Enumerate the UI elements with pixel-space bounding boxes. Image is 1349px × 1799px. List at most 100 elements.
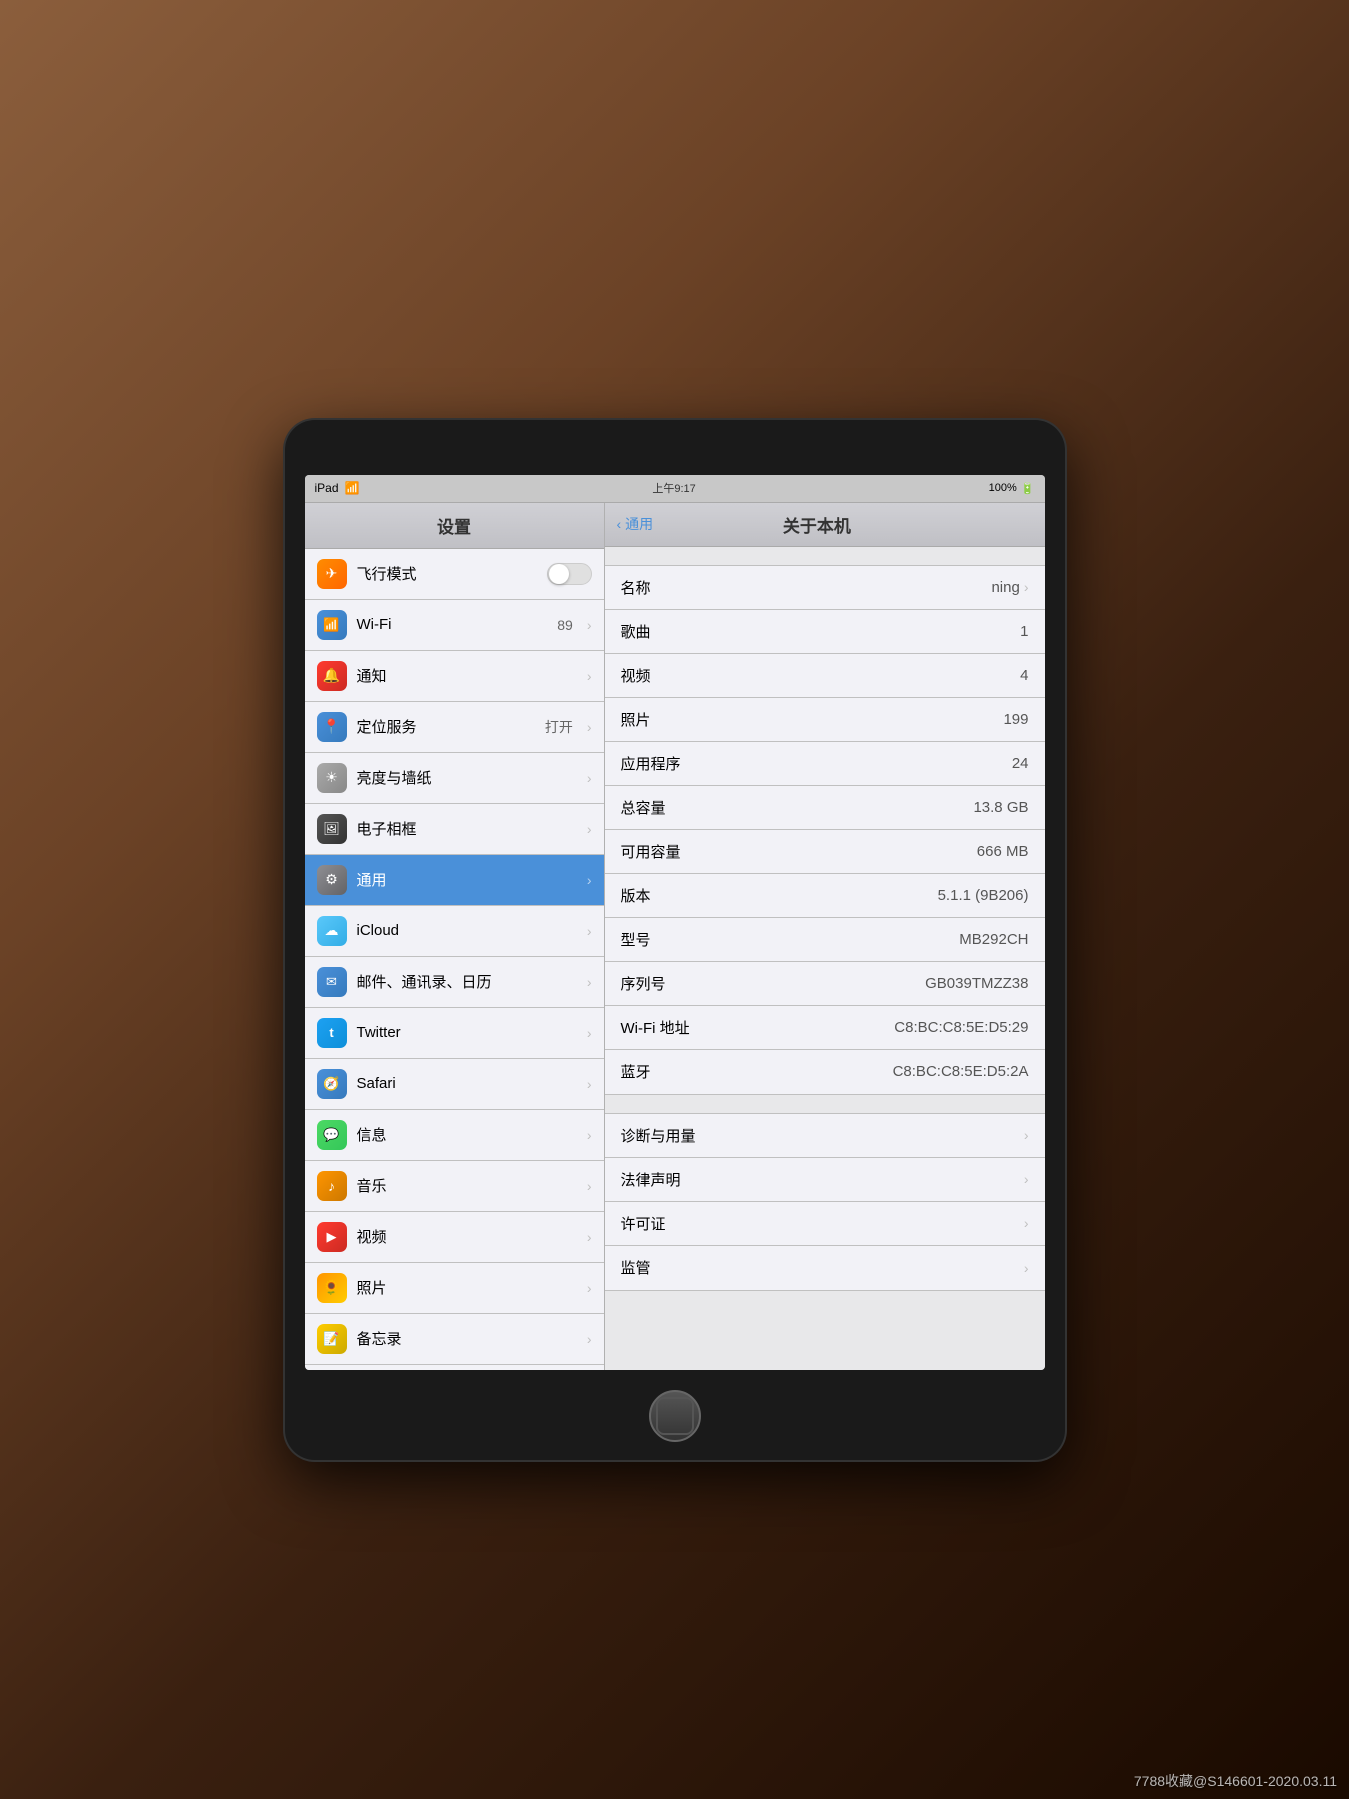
sidebar-item-safari[interactable]: 🧭 Safari ›	[305, 1059, 604, 1110]
status-left: iPad 📶	[315, 481, 360, 495]
notification-chevron: ›	[587, 668, 592, 684]
settings-sidebar: 设置 ✈ 飞行模式 📶 Wi-Fi 89 ›	[305, 503, 605, 1370]
sidebar-item-notifications[interactable]: 🔔 通知 ›	[305, 651, 604, 702]
back-button[interactable]: ‹ 通用	[617, 514, 654, 534]
detail-row-serial: 序列号 GB039TMZZ38	[605, 962, 1045, 1006]
general-label: 通用	[357, 869, 577, 890]
video-icon: ▶	[317, 1222, 347, 1252]
wifi-icon: 📶	[317, 610, 347, 640]
brightness-chevron: ›	[587, 770, 592, 786]
detail-row-version: 版本 5.1.1 (9B206)	[605, 874, 1045, 918]
sidebar-item-mail[interactable]: ✉ 邮件、通讯录、日历 ›	[305, 957, 604, 1008]
wifi-addr-value: C8:BC:C8:5E:D5:29	[894, 1019, 1028, 1036]
video-label: 视频	[357, 1226, 577, 1247]
sidebar-item-brightness[interactable]: ☀ 亮度与墙纸 ›	[305, 753, 604, 804]
capacity-label: 总容量	[621, 797, 974, 818]
capacity-value: 13.8 GB	[973, 799, 1028, 816]
photoframe-icon: 🖼	[317, 814, 347, 844]
photoframe-chevron: ›	[587, 821, 592, 837]
icloud-label: iCloud	[357, 922, 577, 939]
messages-label: 信息	[357, 1124, 577, 1145]
detail-row-available: 可用容量 666 MB	[605, 830, 1045, 874]
status-bar: iPad 📶 上午9:17 100% 🔋	[305, 475, 1045, 503]
serial-value: GB039TMZZ38	[925, 975, 1028, 992]
license-chevron: ›	[1024, 1215, 1029, 1231]
sidebar-item-music[interactable]: ♪ 音乐 ›	[305, 1161, 604, 1212]
notes-chevron: ›	[587, 1331, 592, 1347]
brightness-icon: ☀	[317, 763, 347, 793]
name-value-group: ning ›	[991, 579, 1028, 596]
sidebar-item-airplane[interactable]: ✈ 飞行模式	[305, 549, 604, 600]
airplane-toggle[interactable]	[547, 563, 592, 585]
sidebar-item-wifi[interactable]: 📶 Wi-Fi 89 ›	[305, 600, 604, 651]
detail-action-section: 诊断与用量 › 法律声明 › 许可证 › 监管 ›	[605, 1113, 1045, 1291]
wifi-value: 89	[557, 617, 573, 633]
twitter-icon: t	[317, 1018, 347, 1048]
back-chevron: ‹	[617, 516, 622, 532]
sidebar-item-icloud[interactable]: ☁ iCloud ›	[305, 906, 604, 957]
detail-row-supervision[interactable]: 监管 ›	[605, 1246, 1045, 1290]
detail-row-license[interactable]: 许可证 ›	[605, 1202, 1045, 1246]
detail-panel: ‹ 通用 关于本机 名称 ning ›	[605, 503, 1045, 1370]
ipad-device: iPad 📶 上午9:17 100% 🔋 设置 ✈ 飞行模式	[285, 420, 1065, 1460]
icloud-chevron: ›	[587, 923, 592, 939]
notes-label: 备忘录	[357, 1328, 577, 1349]
general-chevron: ›	[587, 872, 592, 888]
supervision-label: 监管	[621, 1257, 1024, 1278]
detail-row-videos: 视频 4	[605, 654, 1045, 698]
sidebar-item-store[interactable]: 🛒 Store ›	[305, 1365, 604, 1370]
name-chevron: ›	[1024, 579, 1029, 595]
sidebar-header: 设置	[305, 503, 604, 549]
location-icon: 📍	[317, 712, 347, 742]
video-chevron: ›	[587, 1229, 592, 1245]
main-content: 设置 ✈ 飞行模式 📶 Wi-Fi 89 ›	[305, 503, 1045, 1370]
photos-icon: 🌻	[317, 1273, 347, 1303]
diagnostics-chevron: ›	[1024, 1127, 1029, 1143]
bluetooth-label: 蓝牙	[621, 1061, 893, 1082]
home-button-inner	[656, 1397, 694, 1435]
model-label: 型号	[621, 929, 960, 950]
legal-chevron: ›	[1024, 1171, 1029, 1187]
sidebar-item-photoframe[interactable]: 🖼 电子相框 ›	[305, 804, 604, 855]
twitter-chevron: ›	[587, 1025, 592, 1041]
messages-chevron: ›	[587, 1127, 592, 1143]
wifi-addr-label: Wi-Fi 地址	[621, 1017, 895, 1038]
twitter-label: Twitter	[357, 1024, 577, 1041]
music-label: 音乐	[357, 1175, 577, 1196]
sidebar-item-notes[interactable]: 📝 备忘录 ›	[305, 1314, 604, 1365]
diagnostics-label: 诊断与用量	[621, 1125, 1024, 1146]
sidebar-item-general[interactable]: ⚙ 通用 ›	[305, 855, 604, 906]
wifi-icon: 📶	[345, 481, 360, 495]
serial-label: 序列号	[621, 973, 926, 994]
location-label: 定位服务	[357, 716, 535, 737]
sidebar-item-location[interactable]: 📍 定位服务 打开 ›	[305, 702, 604, 753]
sidebar-item-video[interactable]: ▶ 视频 ›	[305, 1212, 604, 1263]
status-right: 100% 🔋	[989, 482, 1035, 495]
general-icon: ⚙	[317, 865, 347, 895]
safari-chevron: ›	[587, 1076, 592, 1092]
home-button[interactable]	[649, 1390, 701, 1442]
location-chevron: ›	[587, 719, 592, 735]
notes-icon: 📝	[317, 1324, 347, 1354]
mail-chevron: ›	[587, 974, 592, 990]
available-value: 666 MB	[977, 843, 1029, 860]
detail-row-legal[interactable]: 法律声明 ›	[605, 1158, 1045, 1202]
legal-label: 法律声明	[621, 1169, 1024, 1190]
sidebar-item-messages[interactable]: 💬 信息 ›	[305, 1110, 604, 1161]
detail-row-model: 型号 MB292CH	[605, 918, 1045, 962]
back-label: 通用	[625, 514, 653, 534]
available-label: 可用容量	[621, 841, 977, 862]
detail-row-name[interactable]: 名称 ning ›	[605, 566, 1045, 610]
detail-row-diagnostics[interactable]: 诊断与用量 ›	[605, 1114, 1045, 1158]
sidebar-item-twitter[interactable]: t Twitter ›	[305, 1008, 604, 1059]
bluetooth-value: C8:BC:C8:5E:D5:2A	[893, 1063, 1029, 1080]
photos-chevron: ›	[587, 1280, 592, 1296]
mail-icon: ✉	[317, 967, 347, 997]
photoframe-label: 电子相框	[357, 818, 577, 839]
safari-label: Safari	[357, 1075, 577, 1092]
sidebar-item-photos[interactable]: 🌻 照片 ›	[305, 1263, 604, 1314]
wifi-label: Wi-Fi	[357, 616, 548, 633]
photos-count-label: 照片	[621, 709, 1004, 730]
battery-icon: 🔋	[1021, 482, 1035, 495]
detail-row-songs: 歌曲 1	[605, 610, 1045, 654]
